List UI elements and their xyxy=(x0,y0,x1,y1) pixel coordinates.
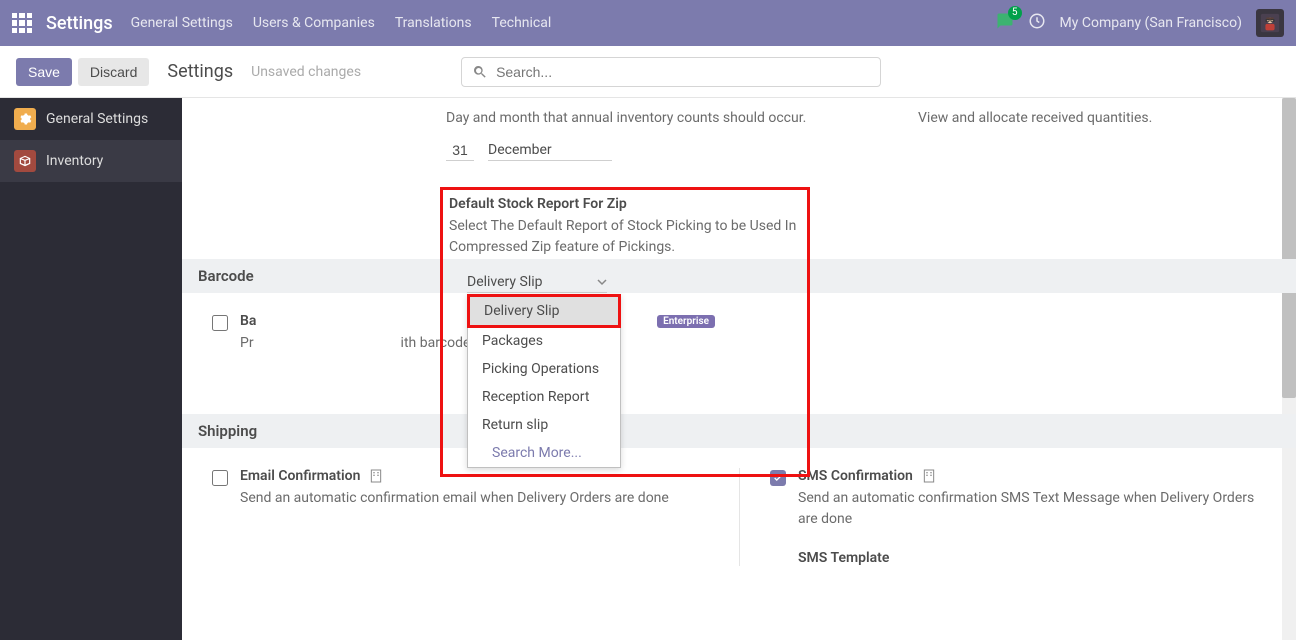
building-icon xyxy=(921,468,937,484)
barcode-desc-prefix: Pr xyxy=(240,335,254,351)
search-input[interactable] xyxy=(496,64,870,80)
barcode-opt-title-prefix: Ba xyxy=(240,313,256,329)
email-confirmation-checkbox[interactable] xyxy=(212,470,228,486)
action-bar: Save Discard Settings Unsaved changes xyxy=(0,46,1296,98)
sms-template-label: SMS Template xyxy=(798,550,1272,566)
menu-translations[interactable]: Translations xyxy=(395,15,472,31)
sidebar-item-inventory[interactable]: Inventory xyxy=(0,140,182,182)
sidebar-label: Inventory xyxy=(46,153,103,169)
zip-report-select[interactable]: Delivery Slip xyxy=(467,272,607,293)
box-icon xyxy=(14,150,36,172)
gear-icon xyxy=(14,108,36,130)
sms-confirmation-title: SMS Confirmation xyxy=(798,468,913,484)
user-avatar[interactable] xyxy=(1256,9,1284,37)
allocate-desc: View and allocate received quantities. xyxy=(918,110,1152,126)
email-confirmation-desc: Send an automatic confirmation email whe… xyxy=(240,488,715,509)
dropdown-opt-reception-report[interactable]: Reception Report xyxy=(468,383,620,411)
app-brand[interactable]: Settings xyxy=(46,13,113,34)
zip-report-desc: Select The Default Report of Stock Picki… xyxy=(449,216,797,258)
menu-general-settings[interactable]: General Settings xyxy=(131,15,233,31)
sidebar-item-general[interactable]: General Settings xyxy=(0,98,182,140)
annual-month-select[interactable]: December xyxy=(488,140,612,161)
unsaved-indicator: Unsaved changes xyxy=(251,64,361,80)
settings-content: Day and month that annual inventory coun… xyxy=(182,98,1296,640)
zip-report-dropdown: Delivery Slip Packages Picking Operation… xyxy=(467,294,621,468)
apps-icon[interactable] xyxy=(12,13,32,33)
dropdown-opt-picking-operations[interactable]: Picking Operations xyxy=(468,355,620,383)
annual-day-input[interactable] xyxy=(446,140,474,161)
discard-button[interactable]: Discard xyxy=(78,58,149,86)
search-icon xyxy=(472,64,488,80)
sidebar-label: General Settings xyxy=(46,111,148,127)
zip-report-title: Default Stock Report For Zip xyxy=(449,196,797,212)
dropdown-opt-return-slip[interactable]: Return slip xyxy=(468,411,620,439)
activity-icon[interactable] xyxy=(1028,12,1046,34)
notif-badge: 5 xyxy=(1008,6,1022,20)
page-title: Settings xyxy=(167,61,233,82)
top-navbar: Settings General Settings Users & Compan… xyxy=(0,0,1296,46)
building-icon xyxy=(368,468,384,484)
messaging-icon[interactable]: 5 xyxy=(996,12,1014,34)
barcode-checkbox[interactable] xyxy=(212,315,228,331)
dropdown-opt-delivery-slip[interactable]: Delivery Slip xyxy=(467,294,621,328)
email-confirmation-title: Email Confirmation xyxy=(240,468,360,484)
dropdown-opt-packages[interactable]: Packages xyxy=(468,327,620,355)
zip-report-setting: Default Stock Report For Zip Select The … xyxy=(440,187,810,477)
company-selector[interactable]: My Company (San Francisco) xyxy=(1060,15,1242,31)
menu-users-companies[interactable]: Users & Companies xyxy=(253,15,375,31)
menu-technical[interactable]: Technical xyxy=(492,15,552,31)
settings-sidebar: General Settings Inventory xyxy=(0,98,182,640)
chevron-down-icon xyxy=(597,277,607,287)
dropdown-search-more[interactable]: Search More... xyxy=(468,439,620,467)
sms-confirmation-desc: Send an automatic confirmation SMS Text … xyxy=(798,488,1272,530)
zip-report-selected: Delivery Slip xyxy=(467,274,542,290)
search-box[interactable] xyxy=(461,57,881,87)
save-button[interactable]: Save xyxy=(16,58,72,86)
